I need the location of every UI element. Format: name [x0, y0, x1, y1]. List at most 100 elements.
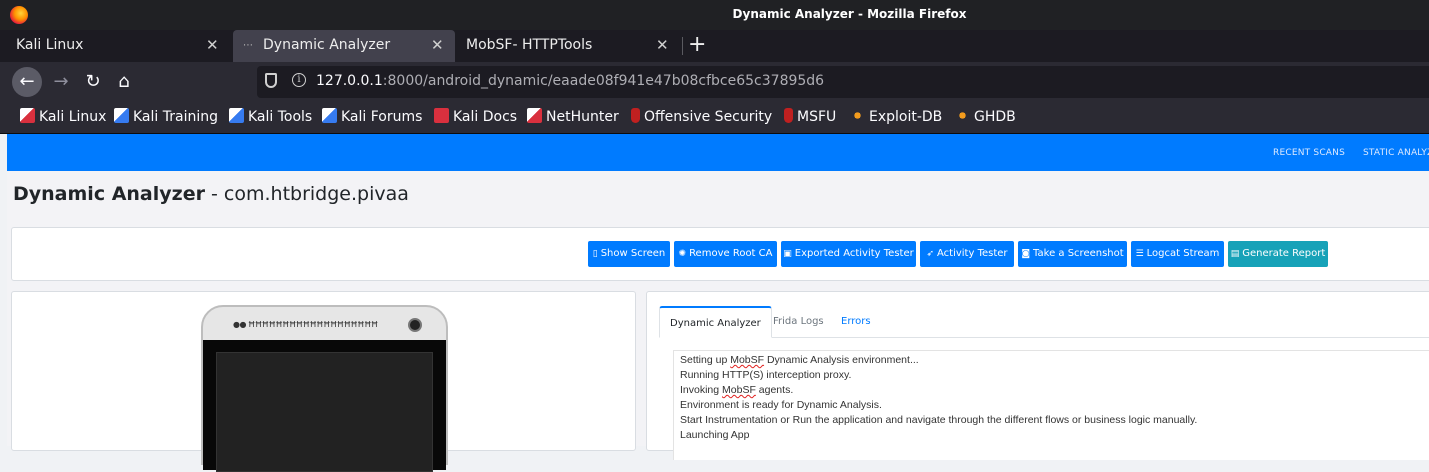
close-tab-icon[interactable]: ✕	[431, 36, 444, 54]
bookmark-label: NetHunter	[546, 109, 619, 125]
phone-camera-icon	[408, 318, 422, 332]
analysis-console-card: Dynamic Analyzer Frida Logs Errors Setti…	[646, 291, 1429, 460]
kali-forums-icon	[322, 108, 337, 123]
bookmark-exploit-db[interactable]: Exploit-DB	[850, 108, 942, 125]
nav-recent-scans[interactable]: RECENT SCANS	[1273, 148, 1345, 158]
bookmark-label: Kali Training	[133, 109, 218, 125]
bookmark-kali-tools[interactable]: Kali Tools	[229, 108, 312, 125]
tab-strip: Kali Linux ✕ ⋯ Dynamic Analyzer ✕ MobSF-…	[0, 30, 1429, 62]
show-screen-button[interactable]: ▯ Show Screen	[588, 241, 670, 267]
close-tab-icon[interactable]: ✕	[206, 36, 219, 54]
button-label: Generate Report	[1242, 248, 1326, 259]
tab-label: MobSF- HTTPTools	[466, 37, 593, 53]
tab-dynamic-analyzer-log[interactable]: Dynamic Analyzer	[659, 306, 772, 338]
button-label: Remove Root CA	[689, 248, 773, 259]
log-text: Invoking	[680, 384, 723, 396]
exploit-db-icon	[850, 108, 865, 123]
camera-icon: ◙	[1021, 249, 1031, 259]
url-text[interactable]: 127.0.0.1:8000/android_dynamic/eaade08f9…	[316, 73, 824, 89]
log-line: Running HTTP(S) interception proxy.	[680, 369, 852, 381]
bookmark-label: Kali Tools	[248, 109, 313, 125]
remove-root-ca-button[interactable]: ✺ Remove Root CA	[674, 241, 777, 267]
mobile-icon: ▯	[592, 249, 598, 259]
activity-tester-button[interactable]: ➶ Activity Tester	[920, 241, 1014, 267]
bookmark-label: Kali Linux	[39, 109, 107, 125]
tab-dynamic-analyzer[interactable]: ⋯ Dynamic Analyzer ✕	[233, 30, 455, 62]
tab-errors[interactable]: Errors	[841, 306, 871, 338]
page-title-separator: -	[204, 183, 224, 205]
console-tabs: Dynamic Analyzer Frida Logs Errors	[659, 306, 1429, 338]
button-label: Show Screen	[600, 248, 666, 259]
msfu-icon	[784, 108, 793, 123]
kali-docs-icon	[434, 108, 449, 123]
phone-frame: ●● ĦĦĦĦĦĦĦĦĦĦĦĦĦĦĦĦĦĦĦ	[201, 305, 448, 472]
window-titlebar: Dynamic Analyzer - Mozilla Firefox	[0, 0, 1429, 30]
log-line: Invoking MobSF agents.	[680, 384, 793, 396]
bars-icon: ☰	[1135, 249, 1144, 259]
bookmark-kali-training[interactable]: Kali Training	[114, 108, 218, 125]
phone-speaker-icon: ●● ĦĦĦĦĦĦĦĦĦĦĦĦĦĦĦĦĦĦĦ	[233, 320, 378, 329]
reload-icon[interactable]: ↻	[78, 67, 108, 97]
ghdb-icon	[955, 108, 970, 123]
exported-activity-tester-button[interactable]: ▣ Exported Activity Tester	[781, 241, 916, 267]
home-icon[interactable]: ⌂	[109, 67, 139, 97]
log-text: Dynamic Analysis environment...	[764, 354, 919, 366]
generate-report-button[interactable]: ▤ Generate Report	[1228, 241, 1328, 267]
id-card-icon: ▣	[783, 249, 792, 259]
device-screen-card: ●● ĦĦĦĦĦĦĦĦĦĦĦĦĦĦĦĦĦĦĦ	[11, 291, 636, 472]
log-text: MobSF	[730, 354, 765, 366]
kali-icon	[20, 108, 35, 123]
tab-kali-linux[interactable]: Kali Linux ✕	[0, 30, 232, 62]
forward-arrow-icon[interactable]: →	[46, 67, 76, 97]
cog-icon: ✺	[678, 249, 687, 259]
tab-separator	[682, 37, 683, 55]
url-path: :8000/android_dynamic/eaade08f941e47b08c…	[382, 73, 825, 89]
kali-tools-icon	[229, 108, 244, 123]
bookmark-kali-forums[interactable]: Kali Forums	[322, 108, 422, 125]
page-favicon-icon: ⋯	[243, 40, 253, 51]
page-title-package: com.htbridge.pivaa	[223, 183, 409, 205]
bookmark-label: GHDB	[974, 109, 1016, 125]
dynamic-analysis-log: Setting up MobSF Dynamic Analysis enviro…	[673, 350, 1429, 460]
page-title: Dynamic Analyzer - com.htbridge.pivaa	[13, 183, 409, 205]
log-text: Setting up	[680, 354, 731, 366]
log-text: MobSF	[722, 384, 756, 396]
close-tab-icon[interactable]: ✕	[656, 36, 669, 54]
tab-label: Dynamic Analyzer	[263, 37, 391, 53]
bookmarks-toolbar: Kali Linux Kali Training Kali Tools Kali…	[0, 102, 1429, 134]
window-title: Dynamic Analyzer - Mozilla Firefox	[732, 7, 967, 21]
log-line: Launching App	[680, 429, 750, 441]
button-label: Take a Screenshot	[1033, 248, 1124, 259]
tab-frida-logs[interactable]: Frida Logs	[773, 306, 824, 338]
new-tab-plus-icon[interactable]: +	[688, 32, 706, 57]
device-screen[interactable]	[216, 352, 433, 472]
navigation-toolbar: ← → ↻ ⌂ i 127.0.0.1:8000/android_dynamic…	[0, 62, 1429, 102]
info-icon[interactable]: i	[292, 73, 306, 87]
bookmark-offensive-security[interactable]: Offensive Security	[631, 108, 772, 125]
bookmark-label: Kali Forums	[341, 109, 423, 125]
address-bar[interactable]: i 127.0.0.1:8000/android_dynamic/eaade08…	[257, 66, 1429, 98]
logcat-stream-button[interactable]: ☰ Logcat Stream	[1131, 241, 1224, 267]
nav-static-analyzer[interactable]: STATIC ANALYZ	[1363, 148, 1429, 158]
mobsf-top-navbar: RECENT SCANS STATIC ANALYZ	[7, 134, 1429, 171]
bookmark-kali-linux[interactable]: Kali Linux	[20, 108, 106, 125]
log-line: Setting up MobSF Dynamic Analysis enviro…	[680, 354, 919, 366]
page-content: RECENT SCANS STATIC ANALYZ Dynamic Analy…	[7, 134, 1429, 472]
back-arrow-icon[interactable]: ←	[12, 67, 42, 97]
tab-mobsf-httptools[interactable]: MobSF- HTTPTools ✕	[456, 30, 678, 62]
actions-card: ▯ Show Screen ✺ Remove Root CA ▣ Exported A…	[11, 227, 1429, 281]
bookmark-kali-docs[interactable]: Kali Docs	[434, 108, 517, 125]
bookmark-ghdb[interactable]: GHDB	[955, 108, 1016, 125]
page-title-main: Dynamic Analyzer	[13, 183, 205, 205]
phone-bezel	[203, 340, 446, 472]
log-line: Environment is ready for Dynamic Analysi…	[680, 399, 882, 411]
kali-training-icon	[114, 108, 129, 123]
button-label: Activity Tester	[937, 248, 1008, 259]
bookmark-label: MSFU	[797, 109, 837, 125]
take-screenshot-button[interactable]: ◙ Take a Screenshot	[1018, 241, 1127, 267]
button-label: Logcat Stream	[1146, 248, 1220, 259]
bookmark-msfu[interactable]: MSFU	[784, 108, 836, 125]
bookmark-nethunter[interactable]: NetHunter	[527, 108, 619, 125]
shield-icon[interactable]	[265, 73, 277, 88]
file-icon: ▤	[1230, 249, 1240, 259]
